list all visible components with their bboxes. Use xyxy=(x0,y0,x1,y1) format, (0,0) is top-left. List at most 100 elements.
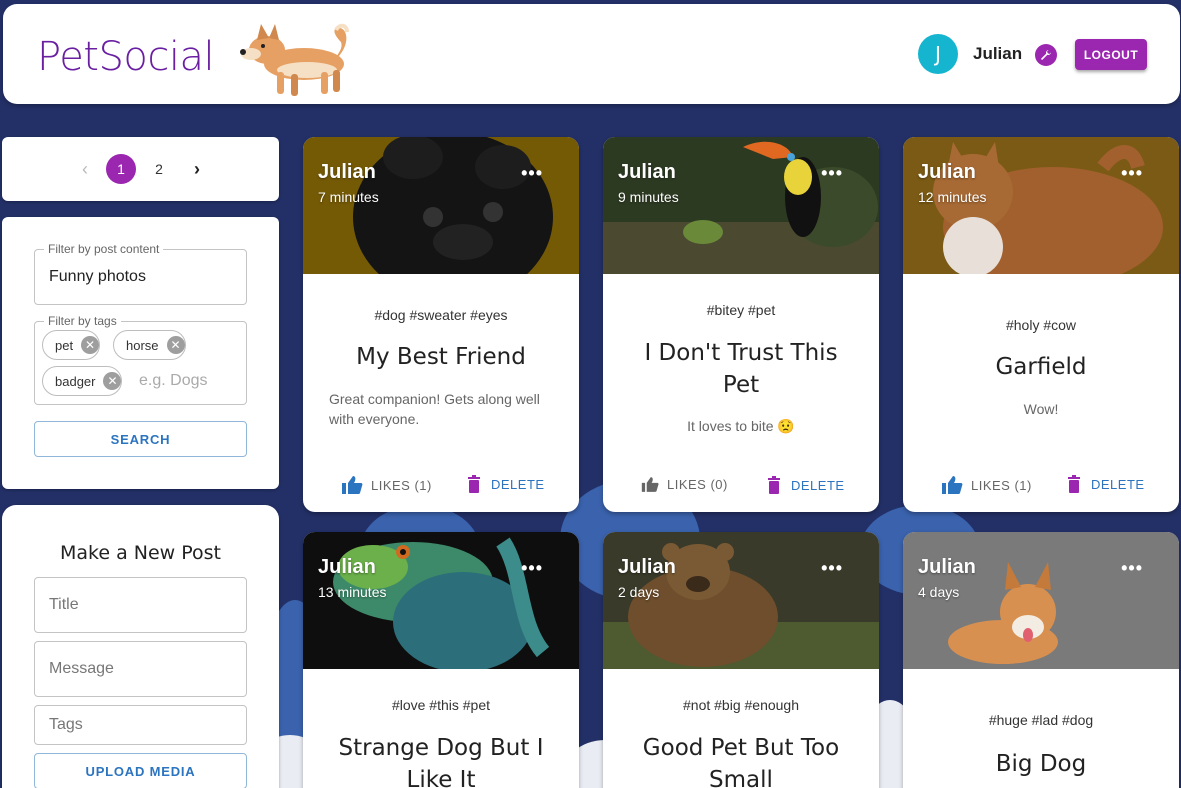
user-name: Julian xyxy=(973,44,1023,63)
tags-placeholder: Tags xyxy=(49,716,83,733)
tags-input[interactable]: e.g. Dogs xyxy=(139,372,207,390)
post-time: 13 minutes xyxy=(318,584,387,600)
post-tags: #bitey #pet xyxy=(706,302,776,318)
more-options-icon[interactable]: ••• xyxy=(521,558,543,579)
tag-chip-horse[interactable]: horse ✕ xyxy=(113,330,186,360)
post-tags: #holy #cow xyxy=(1005,317,1077,333)
trash-icon xyxy=(468,475,480,493)
post-title: Big Dog xyxy=(995,751,1087,777)
post-title: Garfield xyxy=(995,354,1087,380)
post-time: 2 days xyxy=(618,584,660,600)
corgi-photo xyxy=(903,532,1179,669)
toucan-photo xyxy=(603,137,879,274)
post-tags: #huge #lad #dog xyxy=(988,712,1094,728)
settings-button[interactable] xyxy=(1035,44,1057,66)
post-title: Strange Dog But I Like It xyxy=(338,735,544,788)
bear-photo xyxy=(603,532,879,669)
post-card: Julian 7 minutes ••• #dog #sweater #eyes… xyxy=(303,137,579,512)
post-card: Julian 13 minutes ••• #love #this #pet S… xyxy=(303,532,579,788)
pug-photo xyxy=(303,137,579,274)
tags-filter-label: Filter by tags xyxy=(44,314,121,328)
trash-icon xyxy=(768,476,780,494)
tags-filter-field[interactable]: Filter by tags pet ✕ horse ✕ badger ✕ e.… xyxy=(34,314,247,405)
like-button[interactable]: LIKES (1) xyxy=(941,475,1032,495)
post-actions: LIKES (0) DELETE xyxy=(603,476,879,500)
post-tags: #love #this #pet xyxy=(391,697,491,713)
tag-chip-label: horse xyxy=(126,337,159,353)
post-time: 9 minutes xyxy=(618,189,679,205)
trash-icon xyxy=(1068,475,1080,493)
page-1-button[interactable]: 1 xyxy=(106,154,136,184)
like-count: LIKES (1) xyxy=(971,477,1032,493)
post-time: 12 minutes xyxy=(918,189,987,205)
post-author: Julian xyxy=(918,161,976,183)
tag-chip-label: pet xyxy=(55,337,74,353)
tag-chip-pet[interactable]: pet ✕ xyxy=(42,330,101,360)
title-placeholder: Title xyxy=(49,596,79,613)
new-post-form: Make a New Post Title Message Tags UPLOA… xyxy=(2,505,279,788)
like-button[interactable]: LIKES (0) xyxy=(641,476,728,493)
more-options-icon[interactable]: ••• xyxy=(1121,163,1143,184)
wrench-icon xyxy=(1041,50,1051,60)
post-tags: #dog #sweater #eyes xyxy=(374,307,508,323)
post-card: Julian 12 minutes ••• #holy #cow Garfiel… xyxy=(903,137,1179,512)
more-options-icon[interactable]: ••• xyxy=(521,163,543,184)
content-filter-value[interactable]: Funny photos xyxy=(49,268,146,286)
more-options-icon[interactable]: ••• xyxy=(821,558,843,579)
content-filter-field[interactable]: Filter by post content Funny photos xyxy=(34,242,247,305)
thumb-up-icon xyxy=(342,476,363,494)
post-message: Wow! xyxy=(1023,401,1059,417)
post-author: Julian xyxy=(318,556,376,578)
post-message: Great companion! Gets along well with ev… xyxy=(329,391,540,427)
post-title: Good Pet But Too Small xyxy=(642,735,840,788)
chameleon-photo xyxy=(303,532,579,669)
like-count: LIKES (1) xyxy=(371,477,432,493)
dog-logo-icon xyxy=(240,23,349,96)
message-field[interactable]: Message xyxy=(34,641,247,697)
search-button[interactable]: SEARCH xyxy=(34,421,247,457)
cat-photo xyxy=(903,137,1179,274)
post-author: Julian xyxy=(918,556,976,578)
close-icon[interactable]: ✕ xyxy=(81,336,100,354)
thumb-up-icon xyxy=(942,476,963,494)
post-card: Julian 4 days ••• #huge #lad #dog Big Do… xyxy=(903,532,1179,788)
post-author: Julian xyxy=(618,161,676,183)
post-title: I Don't Trust This Pet xyxy=(644,340,838,398)
pagination: ‹ 1 2 › xyxy=(2,137,279,201)
post-time: 4 days xyxy=(918,584,960,600)
post-card: Julian 9 minutes ••• #bitey #pet I Don't… xyxy=(603,137,879,512)
tags-field[interactable]: Tags xyxy=(34,705,247,745)
post-card: Julian 2 days ••• #not #big #enough Good… xyxy=(603,532,879,788)
delete-button[interactable]: DELETE xyxy=(467,475,545,493)
more-options-icon[interactable]: ••• xyxy=(1121,558,1143,579)
tag-chip-label: badger xyxy=(55,373,96,389)
close-icon[interactable]: ✕ xyxy=(166,336,185,354)
logout-button[interactable]: LOGOUT xyxy=(1075,39,1147,70)
avatar[interactable]: J xyxy=(918,34,958,74)
app-header: PetSocial J Julian LOGOUT xyxy=(3,4,1180,104)
brand-title[interactable]: PetSocial xyxy=(37,34,215,80)
new-post-heading: Make a New Post xyxy=(59,542,221,564)
post-actions: LIKES (1) DELETE xyxy=(903,475,1179,499)
post-actions: LIKES (1) DELETE xyxy=(303,475,579,499)
delete-button[interactable]: DELETE xyxy=(767,476,845,494)
like-button[interactable]: LIKES (1) xyxy=(341,475,432,495)
post-author: Julian xyxy=(618,556,676,578)
delete-label: DELETE xyxy=(491,476,545,492)
content-filter-label: Filter by post content xyxy=(44,242,164,256)
post-title: My Best Friend xyxy=(356,344,526,370)
more-options-icon[interactable]: ••• xyxy=(821,163,843,184)
delete-button[interactable]: DELETE xyxy=(1067,475,1145,493)
tag-chip-badger[interactable]: badger ✕ xyxy=(42,366,123,396)
close-icon[interactable]: ✕ xyxy=(103,372,122,390)
chevron-left-icon[interactable]: ‹ xyxy=(70,154,100,184)
like-count: LIKES (0) xyxy=(667,477,728,492)
post-message: It loves to bite 😟 xyxy=(687,418,795,434)
post-time: 7 minutes xyxy=(318,189,379,205)
upload-media-button[interactable]: UPLOAD MEDIA xyxy=(34,753,247,788)
post-author: Julian xyxy=(318,161,376,183)
chevron-right-icon[interactable]: › xyxy=(182,154,212,184)
page-2-button[interactable]: 2 xyxy=(144,154,174,184)
delete-label: DELETE xyxy=(791,477,845,493)
title-field[interactable]: Title xyxy=(34,577,247,633)
